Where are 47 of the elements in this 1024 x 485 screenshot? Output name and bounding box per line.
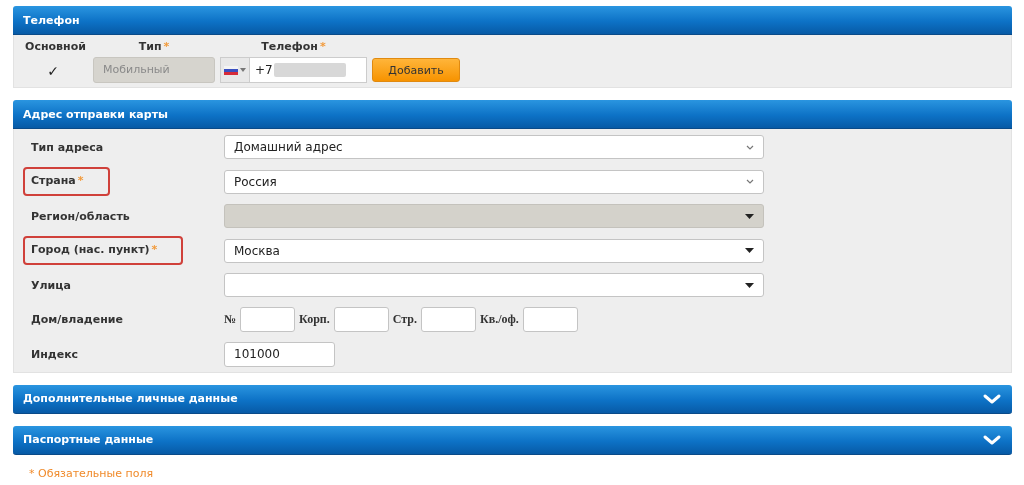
input-field[interactable] bbox=[421, 307, 476, 333]
field-value: Домашний адрес bbox=[234, 140, 343, 155]
field-label: Город (нас. пункт) bbox=[31, 243, 150, 257]
section-header[interactable]: Дополнительные личные данные bbox=[13, 384, 1012, 414]
combo-field[interactable]: Москва bbox=[224, 238, 764, 263]
field-label: Дом/владение bbox=[31, 313, 123, 327]
field-label: Кв./оф. bbox=[480, 312, 519, 328]
column-label: Телефон bbox=[261, 40, 318, 53]
field-label: № bbox=[224, 312, 237, 328]
field-label: Корп. bbox=[299, 312, 330, 328]
required-mark: * bbox=[151, 243, 158, 257]
column-label: Тип bbox=[138, 40, 162, 53]
required-mark: * bbox=[77, 174, 84, 188]
combo-field[interactable] bbox=[224, 273, 764, 298]
add-button[interactable]: Добавить bbox=[372, 58, 460, 82]
required-mark: * bbox=[319, 40, 326, 53]
select-field[interactable]: Россия bbox=[224, 169, 764, 194]
section-title: Телефон bbox=[23, 13, 80, 27]
required-fields-note: * Обязательные поля bbox=[29, 466, 155, 480]
field-value: Москва bbox=[234, 243, 280, 258]
input-field[interactable] bbox=[333, 307, 389, 333]
chevron-down-icon bbox=[982, 392, 1002, 405]
chevron-down-icon bbox=[982, 433, 1002, 446]
field-label: Индекс bbox=[31, 347, 79, 361]
caret-icon bbox=[745, 282, 754, 288]
field-value: Россия bbox=[234, 174, 277, 189]
column-label: Основной bbox=[25, 40, 86, 53]
select-field[interactable]: Домашний адрес bbox=[224, 135, 764, 160]
field-label: Регион/область bbox=[31, 209, 130, 223]
caret-icon bbox=[745, 213, 754, 219]
chevron-down-icon bbox=[746, 179, 754, 185]
type-field: Мобильный bbox=[93, 57, 215, 83]
chevron-down-icon bbox=[746, 144, 754, 150]
section-header[interactable]: Паспортные данные bbox=[13, 425, 1012, 455]
field-label: Страна bbox=[31, 174, 76, 188]
field-label: Улица bbox=[31, 278, 71, 292]
caret-icon bbox=[745, 248, 754, 254]
input-field[interactable] bbox=[240, 307, 296, 333]
field-label: Тип адреса bbox=[31, 140, 104, 154]
required-mark: * bbox=[163, 40, 170, 53]
checkmark: ✓ bbox=[47, 62, 59, 79]
input-field[interactable]: 101000 bbox=[224, 341, 335, 367]
section-title: Дополнительные личные данные bbox=[23, 392, 238, 405]
section-title: Паспортные данные bbox=[23, 433, 154, 446]
section-title: Адрес отправки карты bbox=[23, 107, 168, 121]
field-label: Стр. bbox=[392, 312, 417, 328]
input-field[interactable] bbox=[522, 307, 578, 333]
